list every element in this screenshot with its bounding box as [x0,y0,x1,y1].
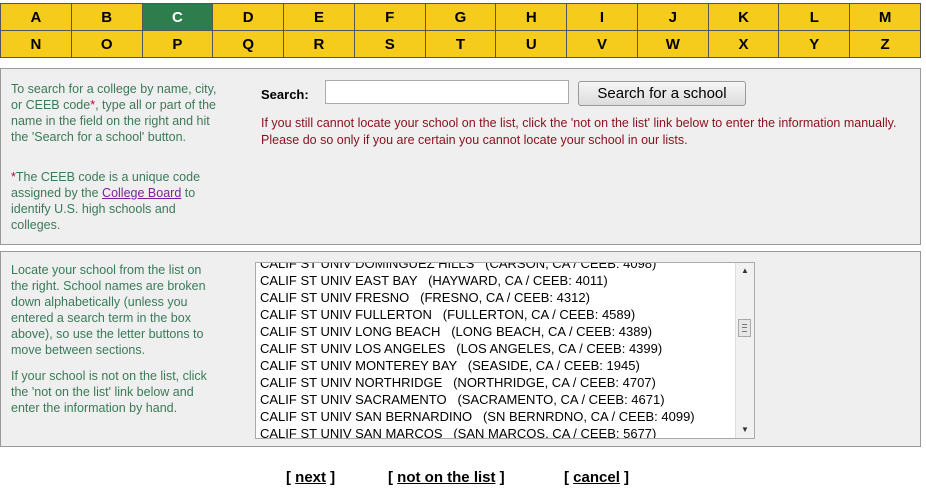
school-listbox[interactable]: CALIF ST UNIV DOMINGUEZ HILLS (CARSON, C… [255,262,755,439]
letter-button-a[interactable]: A [0,3,72,31]
letter-button-z[interactable]: Z [849,30,921,58]
school-list-item[interactable]: CALIF ST UNIV FULLERTON (FULLERTON, CA /… [260,306,735,323]
school-list: CALIF ST UNIV DOMINGUEZ HILLS (CARSON, C… [260,263,735,438]
letter-button-o[interactable]: O [70,30,143,58]
letter-button-n[interactable]: N [0,30,72,58]
letter-button-y[interactable]: Y [778,30,851,58]
ceeb-note: *The CEEB code is a unique code assigned… [11,170,201,232]
cancel-link-wrapper: [ cancel ] [564,469,630,486]
letter-button-m[interactable]: M [849,3,921,31]
manual-entry-notice: If you still cannot locate your school o… [261,116,897,147]
letter-button-p[interactable]: P [141,30,214,58]
search-for-school-button[interactable]: Search for a school [578,81,746,106]
next-link-wrapper: [ next ] [286,469,336,486]
letter-button-c[interactable]: C [141,3,214,31]
letter-button-s[interactable]: S [353,30,426,58]
cancel-link[interactable]: cancel [573,469,620,486]
school-list-item[interactable]: CALIF ST UNIV SACRAMENTO (SACRAMENTO, CA… [260,391,735,408]
letter-button-l[interactable]: L [778,3,851,31]
school-list-item[interactable]: CALIF ST UNIV NORTHRIDGE (NORTHRIDGE, CA… [260,374,735,391]
letter-button-v[interactable]: V [566,30,638,58]
school-list-item[interactable]: CALIF ST UNIV LONG BEACH (LONG BEACH, CA… [260,323,735,340]
search-input[interactable] [325,80,569,104]
school-list-item[interactable]: CALIF ST UNIV SAN MARCOS (SAN MARCOS, CA… [260,425,735,438]
school-list-item[interactable]: CALIF ST UNIV MONTEREY BAY (SEASIDE, CA … [260,357,735,374]
letter-button-g[interactable]: G [424,3,497,31]
school-list-item[interactable]: CALIF ST UNIV FRESNO (FRESNO, CA / CEEB:… [260,289,735,306]
search-label: Search: [261,87,309,102]
letter-button-k[interactable]: K [707,3,780,31]
letter-button-i[interactable]: I [566,3,638,31]
letter-button-b[interactable]: B [70,3,143,31]
next-link[interactable]: next [295,469,326,486]
scroll-up-arrow-icon[interactable]: ▲ [736,263,754,279]
list-help-text: Locate your school from the list on the … [11,263,206,357]
letter-button-q[interactable]: Q [212,30,285,58]
search-panel: To search for a college by name, city, o… [0,68,921,245]
school-list-item[interactable]: CALIF ST UNIV SAN BERNARDINO (SN BERNRDN… [260,408,735,425]
letter-row-2: NOPQRSTUVWXYZ [0,30,921,58]
not-on-list-link-wrapper: [ not on the list ] [388,469,505,486]
school-list-item[interactable]: CALIF ST UNIV LOS ANGELES (LOS ANGELES, … [260,340,735,357]
school-list-panel: Locate your school from the list on the … [0,251,921,447]
letter-button-x[interactable]: X [707,30,780,58]
letter-button-e[interactable]: E [283,3,355,31]
not-on-list-help-text: If your school is not on the list, click… [11,369,207,415]
letter-navigation: ABCDEFGHIJKLM NOPQRSTUVWXYZ [0,3,921,58]
school-list-item[interactable]: CALIF ST UNIV EAST BAY (HAYWARD, CA / CE… [260,272,735,289]
not-on-list-link[interactable]: not on the list [397,469,495,486]
college-board-link[interactable]: College Board [102,186,181,200]
scroll-down-arrow-icon[interactable]: ▼ [736,422,754,438]
school-list-item[interactable]: CALIF ST UNIV DOMINGUEZ HILLS (CARSON, C… [260,263,735,272]
letter-button-u[interactable]: U [495,30,568,58]
letter-button-j[interactable]: J [636,3,709,31]
letter-button-w[interactable]: W [636,30,709,58]
scroll-thumb[interactable] [738,319,751,337]
search-help-text: To search for a college by name, city, o… [11,82,217,144]
listbox-scrollbar[interactable]: ▲ ▼ [735,263,754,438]
letter-button-r[interactable]: R [283,30,355,58]
letter-button-h[interactable]: H [495,3,568,31]
letter-row-1: ABCDEFGHIJKLM [0,3,921,31]
letter-button-f[interactable]: F [353,3,426,31]
letter-button-t[interactable]: T [424,30,497,58]
letter-button-d[interactable]: D [212,3,285,31]
